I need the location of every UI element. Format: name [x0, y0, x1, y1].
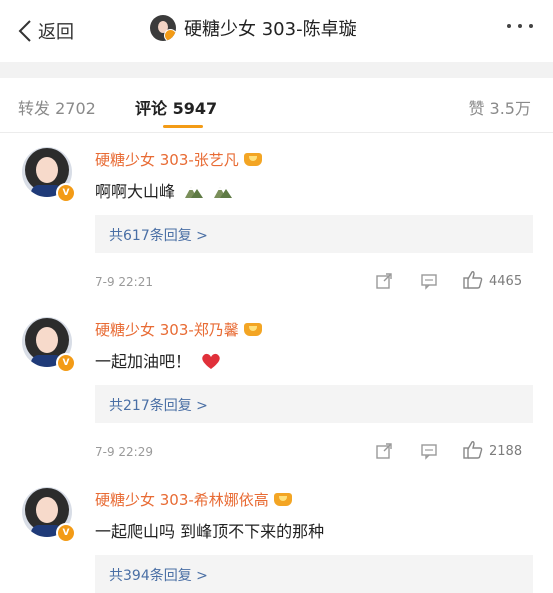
comment-icon[interactable]	[420, 442, 438, 460]
verified-icon: V	[56, 353, 76, 373]
comment-item: V 硬糖少女 303-希林娜依高 一起爬山吗 到峰顶不下来的那种 共394条回复…	[0, 473, 553, 593]
like-count: 2188	[489, 444, 523, 459]
author-avatar	[150, 15, 176, 41]
member-crown-icon	[243, 153, 262, 166]
comment-text: 一起爬山吗 到峰顶不下来的那种	[95, 522, 325, 541]
repost-icon[interactable]	[375, 272, 393, 290]
replies-link[interactable]: 共217条回复 >	[95, 385, 533, 423]
verified-icon: V	[56, 183, 76, 203]
tab-reposts[interactable]: 转发 2702	[18, 95, 96, 119]
tab-comments[interactable]: 评论 5947	[135, 95, 217, 119]
top-bar: 返回 硬糖少女 303-陈卓璇	[0, 0, 553, 62]
tab-bar: 转发 2702 评论 5947 赞 3.5万	[0, 78, 553, 133]
repost-icon[interactable]	[375, 442, 393, 460]
tab-likes[interactable]: 赞 3.5万	[468, 95, 531, 119]
member-crown-icon	[273, 493, 292, 506]
member-crown-icon	[243, 323, 262, 336]
mountain-emoji-icon	[214, 187, 233, 198]
divider	[0, 62, 553, 78]
comment-text: 一起加油吧！	[95, 348, 222, 372]
replies-link[interactable]: 共394条回复 >	[95, 555, 533, 593]
mountain-emoji-icon	[185, 187, 204, 198]
page-title: 硬糖少女 303-陈卓璇	[184, 19, 357, 40]
verified-icon	[164, 29, 176, 41]
post-author[interactable]: 硬糖少女 303-陈卓璇	[150, 15, 357, 41]
back-label: 返回	[38, 22, 74, 43]
like-count: 4465	[489, 274, 523, 289]
comment-item: V 硬糖少女 303-张艺凡 啊啊大山峰 共617条回复 > 7-9 22:21…	[0, 133, 553, 303]
comment-icon[interactable]	[420, 272, 438, 290]
chevron-left-icon	[18, 20, 31, 42]
more-icon[interactable]	[507, 24, 533, 28]
comment-time: 7-9 22:21	[95, 275, 153, 289]
replies-link[interactable]: 共617条回复 >	[95, 215, 533, 253]
comment-item: V 硬糖少女 303-郑乃馨 一起加油吧！ 共217条回复 > 7-9 22:2…	[0, 303, 553, 473]
comment-text: 啊啊大山峰	[95, 178, 233, 202]
active-tab-indicator	[163, 125, 203, 128]
back-button[interactable]: 返回	[14, 18, 74, 44]
comment-author[interactable]: 硬糖少女 303-张艺凡	[95, 149, 262, 170]
like-icon[interactable]	[462, 440, 484, 460]
heart-emoji-icon	[202, 353, 220, 369]
like-icon[interactable]	[462, 270, 484, 290]
verified-icon: V	[56, 523, 76, 543]
comment-author[interactable]: 硬糖少女 303-郑乃馨	[95, 319, 262, 340]
comment-author[interactable]: 硬糖少女 303-希林娜依高	[95, 489, 292, 510]
comment-time: 7-9 22:29	[95, 445, 153, 459]
